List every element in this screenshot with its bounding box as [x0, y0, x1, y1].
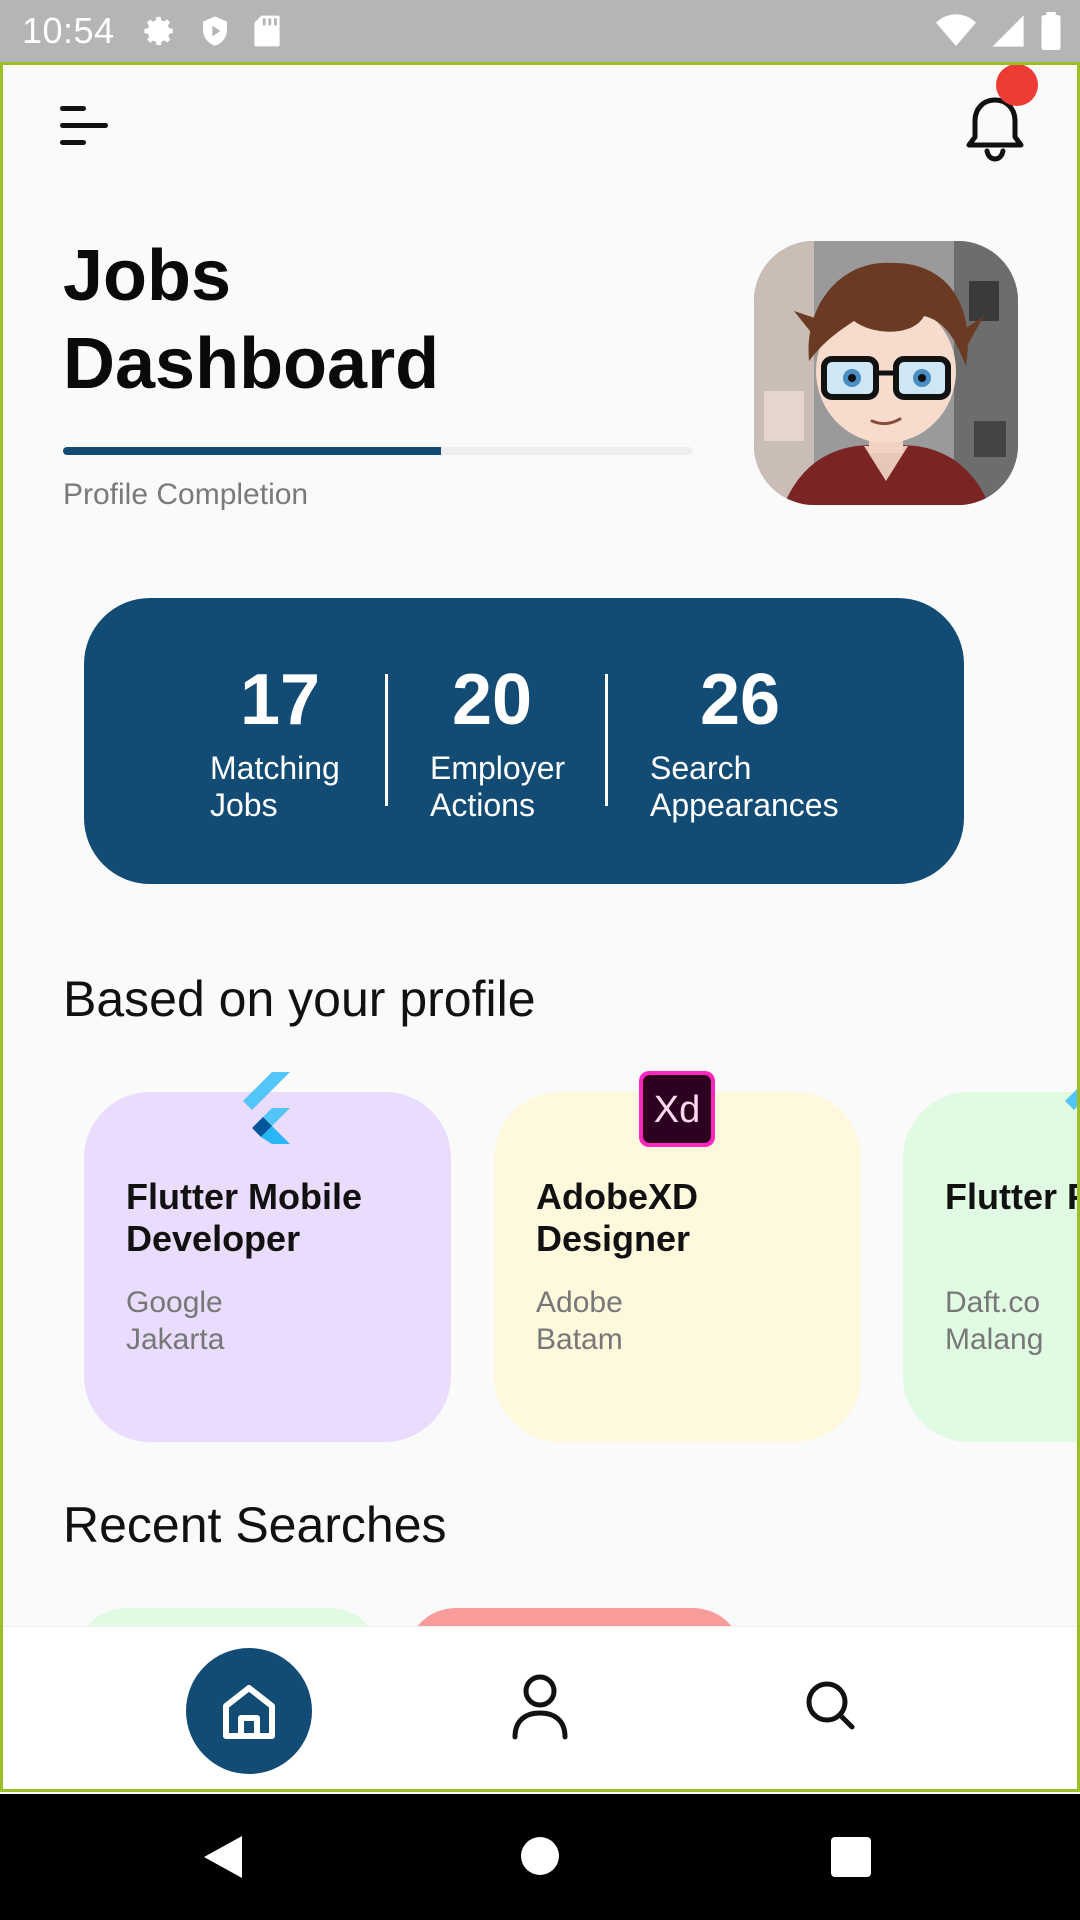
- job-title: AdobeXD Designer: [536, 1176, 698, 1259]
- job-company: Google: [126, 1286, 223, 1319]
- job-title: Flutter F Develop: [945, 1176, 1080, 1217]
- sd-card-icon: [253, 15, 280, 47]
- gear-icon: [144, 16, 173, 46]
- notification-badge: [996, 64, 1038, 106]
- stat-divider: [605, 674, 608, 806]
- battery-icon: [1041, 12, 1061, 50]
- stat-employer-actions[interactable]: 20 Employer Actions: [430, 658, 580, 824]
- home-circle-icon[interactable]: [520, 1836, 560, 1876]
- adobe-xd-icon: Xd: [638, 1070, 716, 1148]
- stat-label: Search Appearances: [650, 750, 850, 824]
- stat-value: 17: [239, 660, 321, 740]
- menu-button[interactable]: [54, 96, 114, 156]
- stat-search-appearances[interactable]: 26 Search Appearances: [650, 658, 850, 824]
- stat-divider: [385, 674, 388, 806]
- profile-icon: [512, 1674, 568, 1740]
- stat-label-line1: Matching: [210, 750, 340, 786]
- stat-label: Matching Jobs: [210, 750, 350, 824]
- job-location: Jakarta: [126, 1323, 225, 1356]
- recents-square-icon[interactable]: [831, 1837, 871, 1877]
- page-title-line1: Jobs: [63, 236, 232, 316]
- stat-label-line1: Search: [650, 750, 752, 786]
- status-bar: 10:54: [0, 0, 1080, 62]
- status-time: 10:54: [22, 10, 115, 51]
- job-location: Malang: [945, 1323, 1044, 1356]
- stat-label-line2: Jobs: [210, 787, 278, 823]
- signal-icon: [992, 15, 1024, 47]
- avatar-illustration: [754, 241, 1018, 505]
- page-title-line2: Dashboard: [63, 324, 440, 404]
- back-icon[interactable]: [202, 1834, 244, 1880]
- nav-profile-button[interactable]: [505, 1671, 575, 1741]
- stats-card: 17 Matching Jobs 20 Employer Actions 26 …: [84, 598, 964, 884]
- job-location: Batam: [536, 1323, 623, 1356]
- system-nav-bar: [0, 1794, 1080, 1920]
- avatar[interactable]: [754, 241, 1018, 505]
- section-title-recent: Recent Searches: [63, 1497, 447, 1553]
- menu-icon: [60, 106, 108, 145]
- flutter-icon: [1050, 1070, 1080, 1148]
- bottom-nav: [3, 1626, 1077, 1792]
- job-company: Daft.co: [945, 1286, 1041, 1319]
- stat-label: Employer Actions: [430, 750, 580, 824]
- stat-value: 26: [700, 660, 781, 740]
- search-icon: [806, 1681, 855, 1730]
- wifi-icon: [936, 14, 976, 46]
- page-title: Jobs Dashboard: [63, 232, 623, 408]
- profile-completion-fill: [63, 447, 441, 455]
- stat-label-line1: Employer: [430, 750, 566, 786]
- section-title-recommended: Based on your profile: [63, 971, 536, 1027]
- flutter-icon: [228, 1070, 306, 1148]
- job-company: Adobe: [536, 1286, 623, 1319]
- home-icon: [223, 1685, 275, 1739]
- stat-value: 20: [452, 660, 533, 740]
- profile-completion-label: Profile Completion: [63, 478, 309, 511]
- shield-icon: [202, 16, 227, 46]
- nav-search-button[interactable]: [796, 1671, 866, 1741]
- stat-label-line2: Actions: [430, 787, 535, 823]
- job-title: Flutter Mobile Developer: [126, 1176, 362, 1259]
- profile-completion-bar: [63, 447, 693, 455]
- stat-matching-jobs[interactable]: 17 Matching Jobs: [210, 658, 350, 824]
- svg-text:Xd: Xd: [654, 1089, 700, 1131]
- stat-label-line2: Appearances: [650, 787, 839, 823]
- nav-home-button[interactable]: [186, 1648, 312, 1774]
